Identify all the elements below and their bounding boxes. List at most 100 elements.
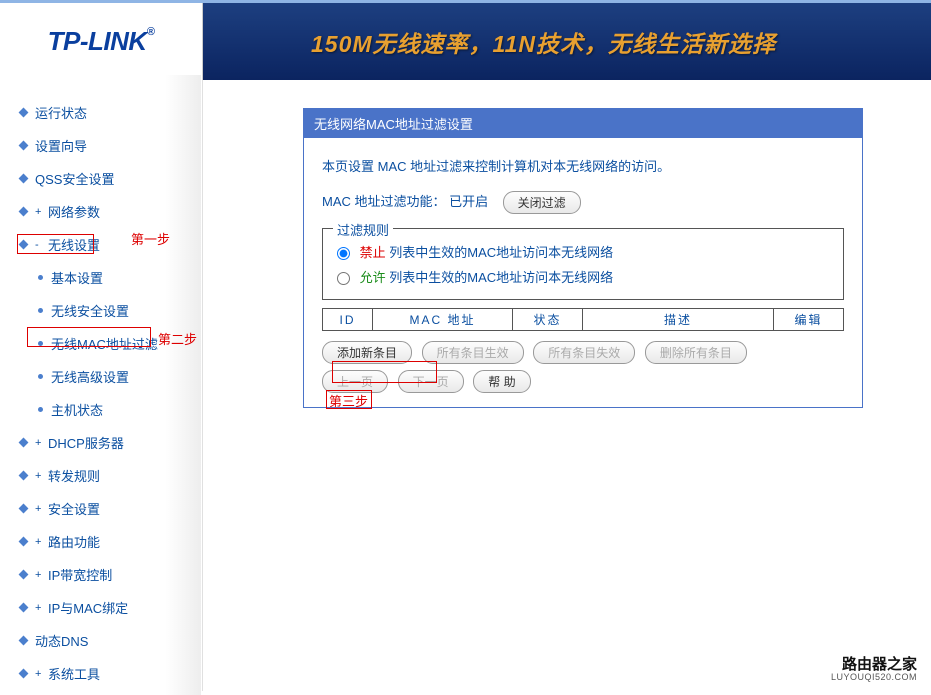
sidebar-item-ipmac[interactable]: + IP与MAC绑定	[0, 591, 202, 624]
sidebar-item-dhcp[interactable]: + DHCP服务器	[0, 426, 202, 459]
sidebar-item-security[interactable]: 无线安全设置	[0, 294, 202, 327]
allow-radio[interactable]	[337, 272, 350, 285]
content: 无线网络MAC地址过滤设置 本页设置 MAC 地址过滤来控制计算机对本无线网络的…	[203, 80, 931, 691]
bullet-icon	[19, 504, 29, 514]
dot-icon	[38, 407, 43, 412]
prev-page-button[interactable]: 上一页	[322, 370, 388, 393]
dot-icon	[38, 275, 43, 280]
disable-all-button[interactable]: 所有条目失效	[533, 341, 635, 364]
header: TP-LINK® 150M无线速率，11N技术，无线生活新选择	[0, 0, 931, 80]
add-entry-button[interactable]: 添加新条目	[322, 341, 412, 364]
dot-icon	[38, 374, 43, 379]
bullet-icon	[19, 141, 29, 151]
sidebar-label: 主机状态	[51, 400, 103, 419]
bullet-icon	[19, 240, 29, 250]
sidebar-label: 无线高级设置	[51, 367, 129, 386]
bullet-icon	[19, 570, 29, 580]
bullet-icon	[19, 537, 29, 547]
sidebar-item-tools[interactable]: + 系统工具	[0, 657, 202, 690]
watermark-cn: 路由器之家	[831, 657, 917, 674]
watermark-en: LUYOUQI520.COM	[831, 673, 917, 683]
delete-all-button[interactable]: 删除所有条目	[645, 341, 747, 364]
sidebar-item-forward[interactable]: + 转发规则	[0, 459, 202, 492]
expand-icon: +	[35, 668, 44, 680]
toggle-filter-button[interactable]: 关闭过滤	[503, 191, 581, 214]
next-page-button[interactable]: 下一页	[398, 370, 464, 393]
bullet-icon	[19, 207, 29, 217]
filter-rule-box: 过滤规则 禁止 列表中生效的MAC地址访问本无线网络 允许 列表中生效的MAC地…	[322, 228, 844, 300]
settings-panel: 无线网络MAC地址过滤设置 本页设置 MAC 地址过滤来控制计算机对本无线网络的…	[303, 108, 863, 408]
sidebar-label: IP与MAC绑定	[48, 598, 128, 617]
expand-icon: +	[35, 206, 44, 218]
sidebar-item-qss[interactable]: QSS安全设置	[0, 162, 202, 195]
help-button[interactable]: 帮 助	[473, 370, 530, 393]
bullet-icon	[19, 174, 29, 184]
col-edit: 编辑	[774, 309, 844, 331]
expand-icon: +	[35, 602, 44, 614]
deny-radio[interactable]	[337, 247, 350, 260]
allow-label: 允许	[360, 270, 386, 285]
bullet-icon	[19, 603, 29, 613]
collapse-icon: -	[35, 239, 44, 251]
panel-description: 本页设置 MAC 地址过滤来控制计算机对本无线网络的访问。	[322, 156, 844, 175]
sidebar-item-network[interactable]: + 网络参数	[0, 195, 202, 228]
status-label: MAC 地址过滤功能：	[322, 194, 446, 209]
deny-rule-row[interactable]: 禁止 列表中生效的MAC地址访问本无线网络	[337, 239, 829, 264]
status-value: 已开启	[449, 194, 488, 209]
allow-rule-row[interactable]: 允许 列表中生效的MAC地址访问本无线网络	[337, 264, 829, 289]
sidebar-label: 无线安全设置	[51, 301, 129, 320]
filter-status-row: MAC 地址过滤功能： 已开启 关闭过滤	[322, 191, 844, 214]
sidebar-label: 运行状态	[35, 103, 87, 122]
sidebar-label: 网络参数	[48, 202, 100, 221]
sidebar-label: 设置向导	[35, 136, 87, 155]
panel-title: 无线网络MAC地址过滤设置	[304, 109, 862, 138]
sidebar-label: 动态DNS	[35, 631, 88, 650]
action-buttons: 添加新条目 所有条目生效 所有条目失效 删除所有条目	[322, 341, 844, 364]
sidebar-label: IP带宽控制	[48, 565, 112, 584]
mac-table: ID MAC 地址 状态 描述 编辑	[322, 308, 844, 331]
sidebar-item-hosts[interactable]: 主机状态	[0, 393, 202, 426]
bullet-icon	[19, 669, 29, 679]
pager-row: 上一页 下一页 帮 助	[322, 370, 844, 393]
sidebar-item-wireless[interactable]: -无线设置	[0, 228, 202, 261]
sidebar-label: QSS安全设置	[35, 169, 114, 188]
sidebar-label: 系统工具	[48, 664, 100, 683]
sidebar-label: 转发规则	[48, 466, 100, 485]
sidebar: 运行状态 设置向导 QSS安全设置 + 网络参数 -无线设置 基本设置 无线安全设…	[0, 80, 203, 691]
enable-all-button[interactable]: 所有条目生效	[422, 341, 524, 364]
logo-area: TP-LINK®	[0, 3, 203, 80]
dot-icon	[38, 341, 43, 346]
sidebar-item-routing[interactable]: +路由功能	[0, 525, 202, 558]
sidebar-item-security2[interactable]: +安全设置	[0, 492, 202, 525]
brand-logo: TP-LINK®	[48, 26, 155, 57]
sidebar-item-basic[interactable]: 基本设置	[0, 261, 202, 294]
sidebar-item-status[interactable]: 运行状态	[0, 96, 202, 129]
expand-icon: +	[35, 470, 44, 482]
sidebar-label: 无线设置	[48, 235, 100, 254]
bullet-icon	[19, 636, 29, 646]
col-id: ID	[323, 309, 373, 331]
bullet-icon	[19, 471, 29, 481]
sidebar-item-advanced[interactable]: 无线高级设置	[0, 360, 202, 393]
col-desc: 描述	[583, 309, 774, 331]
sidebar-item-qos[interactable]: + IP带宽控制	[0, 558, 202, 591]
expand-icon: +	[35, 437, 44, 449]
sidebar-label: 无线MAC地址过滤	[51, 334, 158, 353]
sidebar-item-ddns[interactable]: 动态DNS	[0, 624, 202, 657]
deny-label: 禁止	[360, 245, 386, 260]
expand-icon: +	[35, 536, 44, 548]
sidebar-item-macfilter[interactable]: 无线MAC地址过滤	[0, 327, 202, 360]
col-mac: MAC 地址	[373, 309, 513, 331]
bullet-icon	[19, 438, 29, 448]
rule-suffix: 列表中生效的MAC地址访问本无线网络	[386, 245, 614, 260]
sidebar-label: 安全设置	[48, 499, 100, 518]
expand-icon: +	[35, 569, 44, 581]
rule-suffix: 列表中生效的MAC地址访问本无线网络	[386, 270, 614, 285]
banner-text: 150M无线速率，11N技术，无线生活新选择	[311, 25, 776, 59]
col-status: 状态	[513, 309, 583, 331]
sidebar-label: 基本设置	[51, 268, 103, 287]
dot-icon	[38, 308, 43, 313]
sidebar-item-wizard[interactable]: 设置向导	[0, 129, 202, 162]
sidebar-label: DHCP服务器	[48, 433, 124, 452]
watermark: 路由器之家 LUYOUQI520.COM	[831, 657, 917, 683]
